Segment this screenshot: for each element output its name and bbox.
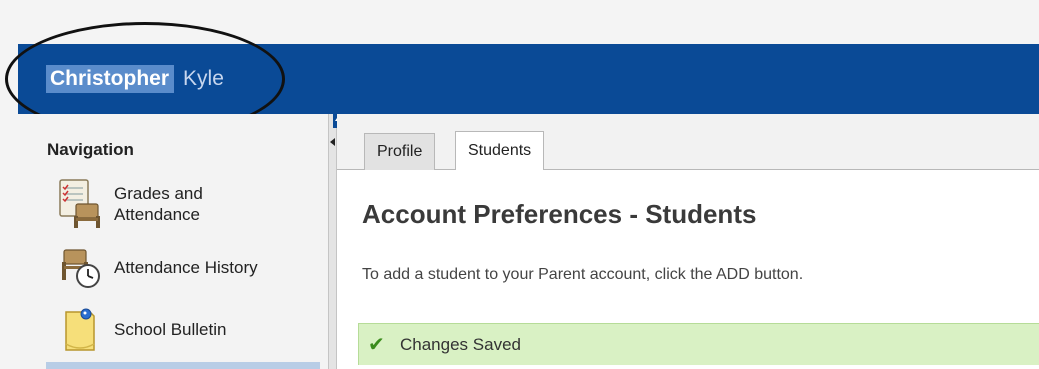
nav-item-attendance-history[interactable]: Attendance History <box>52 242 317 294</box>
checkmark-icon: ✔ <box>368 334 385 356</box>
success-message-bar: ✔ Changes Saved <box>358 323 1039 365</box>
nav-item-label: School Bulletin <box>114 320 227 340</box>
nav-item-label: Attendance History <box>114 258 258 278</box>
nav-item-label: Grades and Attendance <box>114 183 203 224</box>
tab-bar <box>337 114 1039 170</box>
grades-attendance-icon <box>59 179 100 228</box>
page-title: Account Preferences - Students <box>362 199 757 229</box>
tab-students[interactable]: Students <box>455 131 545 170</box>
nav-item-grades-and-attendance[interactable]: Grades and Attendance <box>52 178 317 230</box>
tab-profile[interactable]: Profile <box>364 133 436 170</box>
instructions-text: To add a student to your Parent account,… <box>362 266 804 283</box>
panel-splitter[interactable] <box>328 114 337 369</box>
collapse-left-icon[interactable] <box>328 136 337 148</box>
student-tab-kyle[interactable]: Kyle <box>183 67 224 91</box>
success-message-text: Changes Saved <box>400 334 521 354</box>
school-bulletin-icon <box>65 308 95 351</box>
attendance-history-icon <box>62 249 100 288</box>
navigation-title: Navigation <box>47 140 134 159</box>
student-switcher: Christopher Kyle <box>46 64 224 94</box>
nav-item-selected-highlight[interactable] <box>46 362 320 369</box>
nav-item-school-bulletin[interactable]: School Bulletin <box>52 304 317 356</box>
student-tab-christopher[interactable]: Christopher <box>46 65 175 93</box>
